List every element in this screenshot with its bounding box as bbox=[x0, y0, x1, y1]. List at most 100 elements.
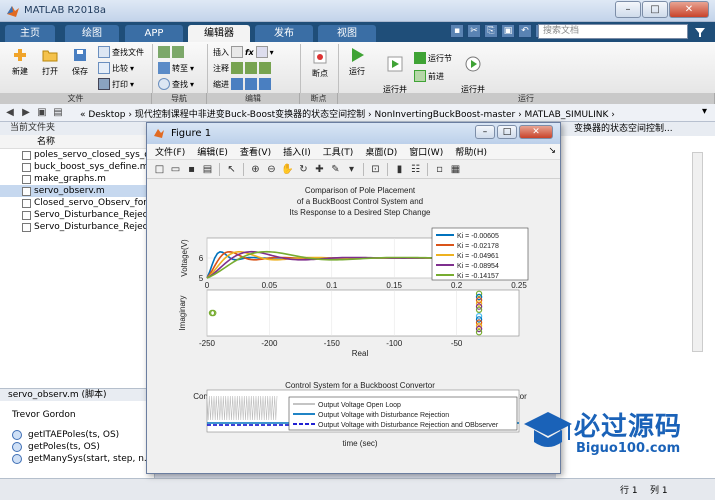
find-button[interactable]: 查找 ▾ bbox=[158, 78, 194, 90]
insert-icon bbox=[231, 46, 243, 58]
open-file-icon[interactable]: ▭ bbox=[169, 163, 182, 176]
path-dropdown-icon[interactable]: ▾ bbox=[702, 106, 707, 117]
chart1-ytick-label: 6 bbox=[199, 254, 204, 263]
menu-dock-icon[interactable]: ↘ bbox=[548, 146, 556, 156]
brush-dropdown-icon[interactable]: ▾ bbox=[345, 163, 358, 176]
figure-menu-item[interactable]: 查看(V) bbox=[240, 145, 271, 158]
compare-button[interactable]: 比较 ▾ bbox=[98, 62, 134, 74]
find-files-icon bbox=[98, 46, 110, 58]
save-button[interactable]: 保存 bbox=[66, 46, 94, 77]
new-button[interactable]: 新建 bbox=[6, 46, 34, 77]
new-figure-icon[interactable]: □ bbox=[153, 163, 166, 176]
file-item[interactable]: make_graphs.m bbox=[0, 173, 154, 185]
advance-button[interactable]: 前进 bbox=[414, 70, 444, 82]
run-button[interactable]: 运行 bbox=[342, 46, 372, 77]
goto-button[interactable]: 转至 ▾ bbox=[158, 62, 194, 74]
function-item[interactable]: getManySys(start, step, n... bbox=[12, 453, 153, 465]
print-button[interactable]: 打印 ▾ bbox=[98, 78, 134, 90]
chart2-axes bbox=[206, 289, 520, 337]
figure-minimize-button[interactable]: – bbox=[475, 125, 495, 139]
paste-quick-icon[interactable]: ▣ bbox=[501, 24, 515, 38]
file-item[interactable]: Servo_Disturbance_Rejection bbox=[0, 209, 154, 221]
file-item[interactable]: Servo_Disturbance_Rejection bbox=[0, 221, 154, 233]
chart2-ylabel: Imaginary bbox=[178, 295, 187, 330]
edit-plot-icon[interactable]: ↖ bbox=[225, 163, 238, 176]
nav-back-forward[interactable] bbox=[158, 46, 184, 58]
figure-menu-item[interactable]: 工具(T) bbox=[323, 145, 354, 158]
zoom-in-icon[interactable]: ⊕ bbox=[249, 163, 262, 176]
cut-quick-icon[interactable]: ✂ bbox=[467, 24, 481, 38]
save-figure-icon[interactable]: ▪ bbox=[185, 163, 198, 176]
figure-menu-item[interactable]: 文件(F) bbox=[155, 145, 185, 158]
figure-menu-item[interactable]: 帮助(H) bbox=[455, 145, 487, 158]
chart1-xtick-label: 0.1 bbox=[326, 281, 338, 290]
file-item[interactable]: Closed_servo_Observ_for_ bbox=[0, 197, 154, 209]
rotate-icon[interactable]: ↻ bbox=[297, 163, 310, 176]
minimize-button[interactable]: – bbox=[615, 1, 641, 18]
fx-icon[interactable]: fx bbox=[245, 48, 254, 57]
pan-icon[interactable]: ✋ bbox=[281, 163, 294, 176]
function-icon bbox=[12, 442, 22, 452]
link-plot-icon[interactable]: ⊡ bbox=[369, 163, 382, 176]
function-item[interactable]: getITAEPoles(ts, OS) bbox=[12, 429, 153, 441]
file-item[interactable]: servo_observ.m bbox=[0, 185, 154, 197]
figure-menu-item[interactable]: 窗口(W) bbox=[409, 145, 443, 158]
maximize-button[interactable]: □ bbox=[642, 1, 668, 18]
data-cursor-icon[interactable]: ✚ bbox=[313, 163, 326, 176]
tab-plots[interactable]: 绘图 bbox=[65, 25, 119, 42]
figure-close-button[interactable]: ✕ bbox=[519, 125, 553, 139]
legend-icon[interactable]: ☷ bbox=[409, 163, 422, 176]
open-button[interactable]: 打开 bbox=[36, 46, 64, 77]
browse-icon[interactable]: ▤ bbox=[52, 106, 64, 119]
file-name: make_graphs.m bbox=[34, 174, 106, 184]
chart2-xlabel: Real bbox=[352, 349, 369, 358]
file-name: servo_observ.m bbox=[34, 186, 105, 196]
close-button[interactable]: ✕ bbox=[669, 1, 709, 18]
tab-home[interactable]: 主页 bbox=[5, 25, 55, 42]
name-column-header[interactable]: 名称 bbox=[0, 135, 154, 149]
figure-maximize-button[interactable]: □ bbox=[497, 125, 517, 139]
watermark-title: 必过源码 bbox=[574, 412, 683, 442]
figure-menu-item[interactable]: 插入(I) bbox=[283, 145, 311, 158]
find-files-button[interactable]: 查找文件 bbox=[98, 46, 144, 58]
zoom-out-icon[interactable]: ⊖ bbox=[265, 163, 278, 176]
insert-button[interactable]: 插入 fx ▾ bbox=[213, 46, 274, 58]
file-item[interactable]: poles_servo_closed_sys_op bbox=[0, 149, 154, 161]
figure-plots[interactable]: Comparison of Pole Placement of a BuckBoo… bbox=[147, 180, 560, 473]
breakpoint-button[interactable]: 断点 bbox=[305, 48, 335, 79]
brush-icon[interactable]: ✎ bbox=[329, 163, 342, 176]
indent-button[interactable]: 缩进 bbox=[213, 78, 271, 90]
breakpoint-icon bbox=[313, 50, 327, 64]
file-item[interactable]: buck_boost_sys_define.m bbox=[0, 161, 154, 173]
vertical-scrollbar[interactable] bbox=[692, 152, 703, 352]
group-label-edit: 编辑 bbox=[207, 93, 300, 104]
comment-button[interactable]: 注释 bbox=[213, 62, 271, 74]
show-plot-tools-icon[interactable]: ▦ bbox=[449, 163, 462, 176]
filter-icon[interactable] bbox=[694, 26, 706, 38]
run-icon bbox=[352, 48, 364, 62]
tab-apps[interactable]: APP bbox=[125, 25, 183, 42]
forward-icon[interactable]: ▶ bbox=[20, 106, 32, 119]
up-folder-icon[interactable]: ▣ bbox=[36, 106, 48, 119]
copy-quick-icon[interactable]: ⎘ bbox=[484, 24, 498, 38]
tab-view[interactable]: 视图 bbox=[318, 25, 376, 42]
search-docs-input[interactable]: 搜索文档 bbox=[538, 24, 688, 39]
chart1-xtick-label: 0.05 bbox=[262, 281, 278, 290]
function-item[interactable]: getPoles(ts, OS) bbox=[12, 441, 153, 453]
run-section-button[interactable]: 运行节 bbox=[414, 52, 452, 64]
figure-window[interactable]: Figure 1 – □ ✕ 文件(F) 编辑(E) 查看(V) 插入(I) 工具(T)… bbox=[146, 122, 561, 474]
chart1-ytick-label: 5 bbox=[199, 274, 204, 283]
undo-quick-icon[interactable]: ↶ bbox=[518, 24, 532, 38]
figure-menu-item[interactable]: 桌面(D) bbox=[365, 145, 397, 158]
figure-menu-item[interactable]: 编辑(E) bbox=[197, 145, 228, 158]
colorbar-icon[interactable]: ▮ bbox=[393, 163, 406, 176]
print-figure-icon[interactable]: ▤ bbox=[201, 163, 214, 176]
tab-publish[interactable]: 发布 bbox=[255, 25, 313, 42]
tab-editor[interactable]: 编辑器 bbox=[188, 25, 250, 42]
hide-plot-tools-icon[interactable]: ▫ bbox=[433, 163, 446, 176]
file-icon bbox=[22, 163, 31, 172]
back-icon[interactable]: ◀ bbox=[4, 106, 16, 119]
run-time-icon bbox=[465, 56, 481, 72]
current-path[interactable]: « Desktop › 现代控制课程中非进变Buck-Boost变换器的状态空间… bbox=[80, 107, 615, 120]
save-quick-icon[interactable]: ▪ bbox=[450, 24, 464, 38]
